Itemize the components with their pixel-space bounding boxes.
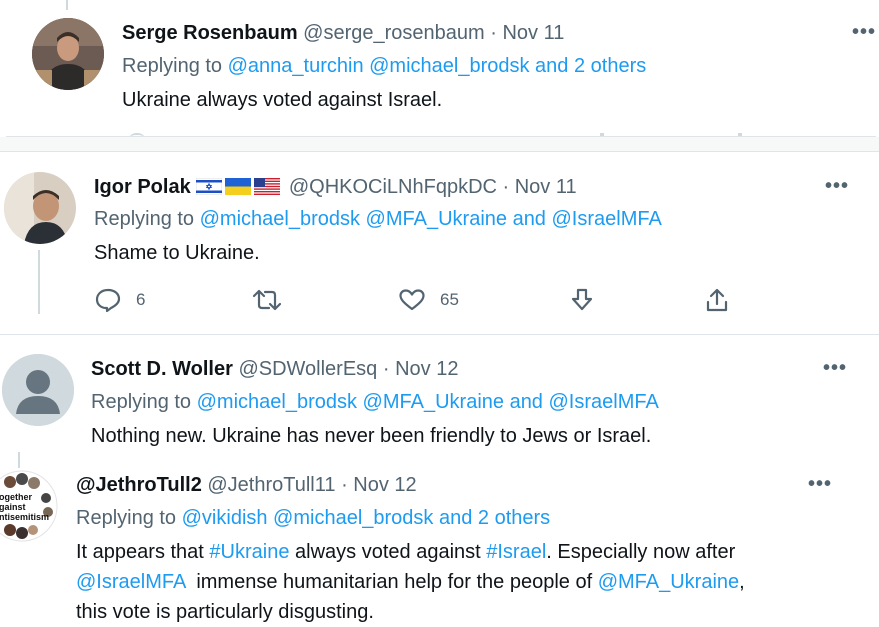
share-button[interactable] xyxy=(703,287,731,313)
text-segment: this vote is particularly disgusting. xyxy=(76,601,374,623)
text-segment: immense humanitarian help for the people… xyxy=(185,571,598,593)
israel-flag-icon xyxy=(196,178,223,195)
text-segment: . Especially now after xyxy=(546,541,736,563)
tweet-date[interactable]: · Nov 11 xyxy=(490,22,564,44)
tweet-date[interactable]: · Nov 11 xyxy=(503,176,577,198)
retweet-button[interactable] xyxy=(252,287,282,313)
tweet-text-line: It appears that #Ukraine always voted ag… xyxy=(76,537,866,567)
tweet-header: @JethroTull2 @JethroTull11 · Nov 12 xyxy=(76,474,417,497)
tweet-text: Shame to Ukraine. xyxy=(94,242,260,264)
avatar[interactable] xyxy=(4,172,76,244)
reply-icon xyxy=(95,288,121,313)
share-icon xyxy=(706,288,728,312)
default-avatar-icon xyxy=(2,354,74,426)
reply-count: 6 xyxy=(136,290,146,309)
author-handle[interactable]: @QHKOCiLNhFqpkDC xyxy=(289,176,497,198)
more-options-button[interactable]: ••• xyxy=(823,357,847,380)
downvote-button[interactable] xyxy=(568,287,596,313)
replying-to: Replying to @anna_turchin @michael_brods… xyxy=(122,55,646,78)
avatar-photo-icon xyxy=(32,18,104,90)
replying-to: Replying to @michael_brodsk @MFA_Ukraine… xyxy=(91,391,659,414)
text-segment: always voted against xyxy=(289,541,487,563)
downvote-arrow-icon xyxy=(571,288,593,311)
tweet-header: Igor Polak @QHKOCiLNhFqpkDC · Nov 11 xyxy=(94,176,577,199)
hashtag-israel[interactable]: #Israel xyxy=(486,541,546,563)
more-options-button[interactable]: ••• xyxy=(825,175,849,198)
avatar[interactable] xyxy=(32,18,104,90)
heart-icon xyxy=(399,289,425,311)
tweet-text: It appears that #Ukraine always voted ag… xyxy=(76,537,866,627)
avatar[interactable] xyxy=(2,354,74,426)
more-options-button[interactable]: ••• xyxy=(808,473,832,496)
avatar-photo-icon xyxy=(4,172,76,244)
tweet-text-line: this vote is particularly disgusting. xyxy=(76,597,866,627)
thread-line xyxy=(38,250,40,314)
author-handle[interactable]: @SDWollerEsq xyxy=(238,358,377,380)
tweet-text-line: @IsraelMFA immense humanitarian help for… xyxy=(76,567,866,597)
svg-text:ntisemitism: ntisemitism xyxy=(0,512,49,522)
replying-to-label: Replying to xyxy=(76,507,182,529)
replying-to-links[interactable]: @anna_turchin @michael_brodsk and 2 othe… xyxy=(228,55,647,77)
divider xyxy=(0,151,879,152)
gap-shadow xyxy=(0,137,879,151)
tweet-header: Serge Rosenbaum @serge_rosenbaum · Nov 1… xyxy=(122,22,564,45)
tweet-header: Scott D. Woller @SDWollerEsq · Nov 12 xyxy=(91,358,458,381)
thread-line-top xyxy=(66,0,68,10)
author-name[interactable]: Scott D. Woller xyxy=(91,358,233,380)
tweet-text: Nothing new. Ukraine has never been frie… xyxy=(91,425,652,447)
author-name[interactable]: Igor Polak xyxy=(94,176,191,198)
replying-to-links[interactable]: @michael_brodsk @MFA_Ukraine and @Israel… xyxy=(197,391,659,413)
reply-button[interactable]: 6 xyxy=(94,287,145,313)
divider xyxy=(0,334,879,335)
tweet-date[interactable]: · Nov 12 xyxy=(341,474,417,496)
like-count: 65 xyxy=(440,290,459,309)
retweet-icon xyxy=(252,289,282,311)
svg-text:gainst: gainst xyxy=(0,502,26,512)
replying-to-label: Replying to xyxy=(122,55,228,77)
like-button[interactable]: 65 xyxy=(398,287,459,313)
campaign-logo-icon: ogether gainst ntisemitism xyxy=(0,470,58,542)
avatar[interactable]: ogether gainst ntisemitism xyxy=(0,470,58,542)
thread-line xyxy=(18,452,20,468)
hashtag-ukraine[interactable]: #Ukraine xyxy=(209,541,289,563)
author-name[interactable]: Serge Rosenbaum xyxy=(122,22,298,44)
author-handle[interactable]: @serge_rosenbaum xyxy=(303,22,485,44)
tweet-text: Ukraine always voted against Israel. xyxy=(122,89,443,111)
replying-to: Replying to @michael_brodsk @MFA_Ukraine… xyxy=(94,208,662,231)
mention-israelmfa[interactable]: @IsraelMFA xyxy=(76,571,185,593)
replying-to-links[interactable]: @michael_brodsk @MFA_Ukraine and @Israel… xyxy=(200,208,662,230)
ukraine-flag-icon xyxy=(225,178,252,195)
replying-to-links[interactable]: @vikidish @michael_brodsk and 2 others xyxy=(182,507,551,529)
svg-text:ogether: ogether xyxy=(0,492,33,502)
mention-mfa-ukraine[interactable]: @MFA_Ukraine xyxy=(598,571,739,593)
author-handle[interactable]: @JethroTull11 xyxy=(207,474,335,496)
text-segment: It appears that xyxy=(76,541,210,563)
replying-to: Replying to @vikidish @michael_brodsk an… xyxy=(76,507,550,530)
replying-to-label: Replying to xyxy=(91,391,197,413)
replying-to-label: Replying to xyxy=(94,208,200,230)
more-options-button[interactable]: ••• xyxy=(852,21,876,44)
tweet-date[interactable]: · Nov 12 xyxy=(383,358,459,380)
author-name[interactable]: @JethroTull2 xyxy=(76,474,202,496)
us-flag-icon xyxy=(254,178,281,195)
text-segment: , xyxy=(739,571,745,593)
